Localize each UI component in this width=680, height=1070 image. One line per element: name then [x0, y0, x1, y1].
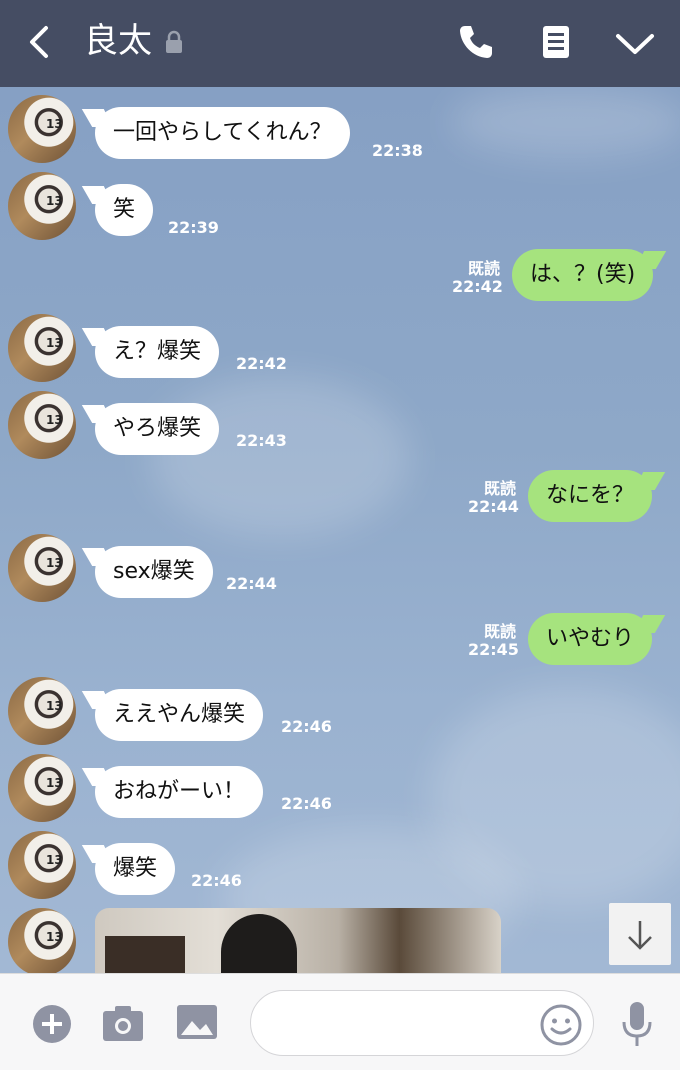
photo-content — [105, 936, 185, 973]
avatar[interactable] — [8, 908, 76, 973]
message-time: 22:38 — [372, 141, 423, 160]
message-row — [0, 908, 680, 973]
message-bubble[interactable]: ええやん爆笑 — [95, 689, 264, 741]
lock-icon — [166, 30, 182, 53]
read-receipt: 既読 — [483, 622, 516, 641]
message-row: 既読 22:42 は、？(笑) — [0, 249, 680, 309]
avatar[interactable] — [8, 391, 76, 459]
avatar[interactable] — [8, 172, 76, 240]
message-time: 22:46 — [191, 871, 242, 890]
message-bubble[interactable]: は、？(笑) — [512, 249, 654, 301]
image-icon[interactable] — [176, 1004, 218, 1040]
phone-icon[interactable] — [456, 22, 496, 62]
camera-icon[interactable] — [102, 1004, 144, 1042]
message-row: 一回やらしてくれん？ 22:38 — [0, 95, 680, 175]
message-row: ええやん爆笑 22:46 — [0, 677, 680, 757]
message-row: おねがーい！ 22:46 — [0, 754, 680, 834]
message-row: 笑 22:39 — [0, 172, 680, 252]
chat-area[interactable]: 一回やらしてくれん？ 22:38 笑 22:39 既読 22:42 は、？(笑)… — [0, 87, 680, 973]
message-row: 既読 22:44 なにを？ — [0, 470, 680, 530]
chevron-down-icon[interactable] — [614, 28, 656, 60]
avatar[interactable] — [8, 534, 76, 602]
emoji-icon[interactable] — [540, 1004, 582, 1046]
message-bubble[interactable]: え？爆笑 — [95, 326, 220, 378]
message-time: 22:46 — [281, 794, 332, 813]
photo-content — [221, 914, 297, 973]
arrow-down-icon — [628, 921, 652, 950]
message-bubble[interactable]: おねがーい！ — [95, 766, 264, 818]
message-row: 爆笑 22:46 — [0, 831, 680, 911]
scroll-to-bottom-button[interactable] — [609, 903, 671, 965]
message-time: 22:46 — [281, 717, 332, 736]
message-time: 22:44 — [226, 574, 277, 593]
back-icon[interactable] — [22, 22, 54, 62]
avatar[interactable] — [8, 754, 76, 822]
message-time: 22:42 — [452, 277, 503, 296]
message-bubble[interactable]: 一回やらしてくれん？ — [95, 107, 350, 159]
message-time: 22:43 — [236, 431, 287, 450]
message-time: 22:42 — [236, 354, 287, 373]
avatar[interactable] — [8, 677, 76, 745]
read-receipt: 既読 — [467, 259, 500, 278]
message-row: え？爆笑 22:42 — [0, 314, 680, 394]
avatar[interactable] — [8, 831, 76, 899]
message-bubble[interactable]: 笑 — [95, 184, 154, 236]
avatar[interactable] — [8, 314, 76, 382]
message-row: sex爆笑 22:44 — [0, 534, 680, 614]
message-row: やろ爆笑 22:43 — [0, 391, 680, 471]
note-icon[interactable] — [540, 22, 572, 62]
message-bubble[interactable]: なにを？ — [528, 470, 653, 522]
mic-icon[interactable] — [620, 1000, 654, 1048]
photo-message[interactable] — [95, 908, 501, 973]
message-time: 22:44 — [468, 497, 519, 516]
message-time: 22:45 — [468, 640, 519, 659]
chat-title: 良太 — [84, 21, 152, 61]
message-row: 既読 22:45 いやむり — [0, 613, 680, 673]
message-bubble[interactable]: いやむり — [528, 613, 653, 665]
composer-bar — [0, 973, 680, 1070]
message-bubble[interactable]: やろ爆笑 — [95, 403, 220, 455]
message-time: 22:39 — [168, 218, 219, 237]
read-receipt: 既読 — [483, 479, 516, 498]
plus-icon[interactable] — [32, 1004, 72, 1044]
avatar[interactable] — [8, 95, 76, 163]
message-bubble[interactable]: sex爆笑 — [95, 546, 213, 598]
chat-header: 良太 — [0, 0, 680, 87]
message-bubble[interactable]: 爆笑 — [95, 843, 176, 895]
